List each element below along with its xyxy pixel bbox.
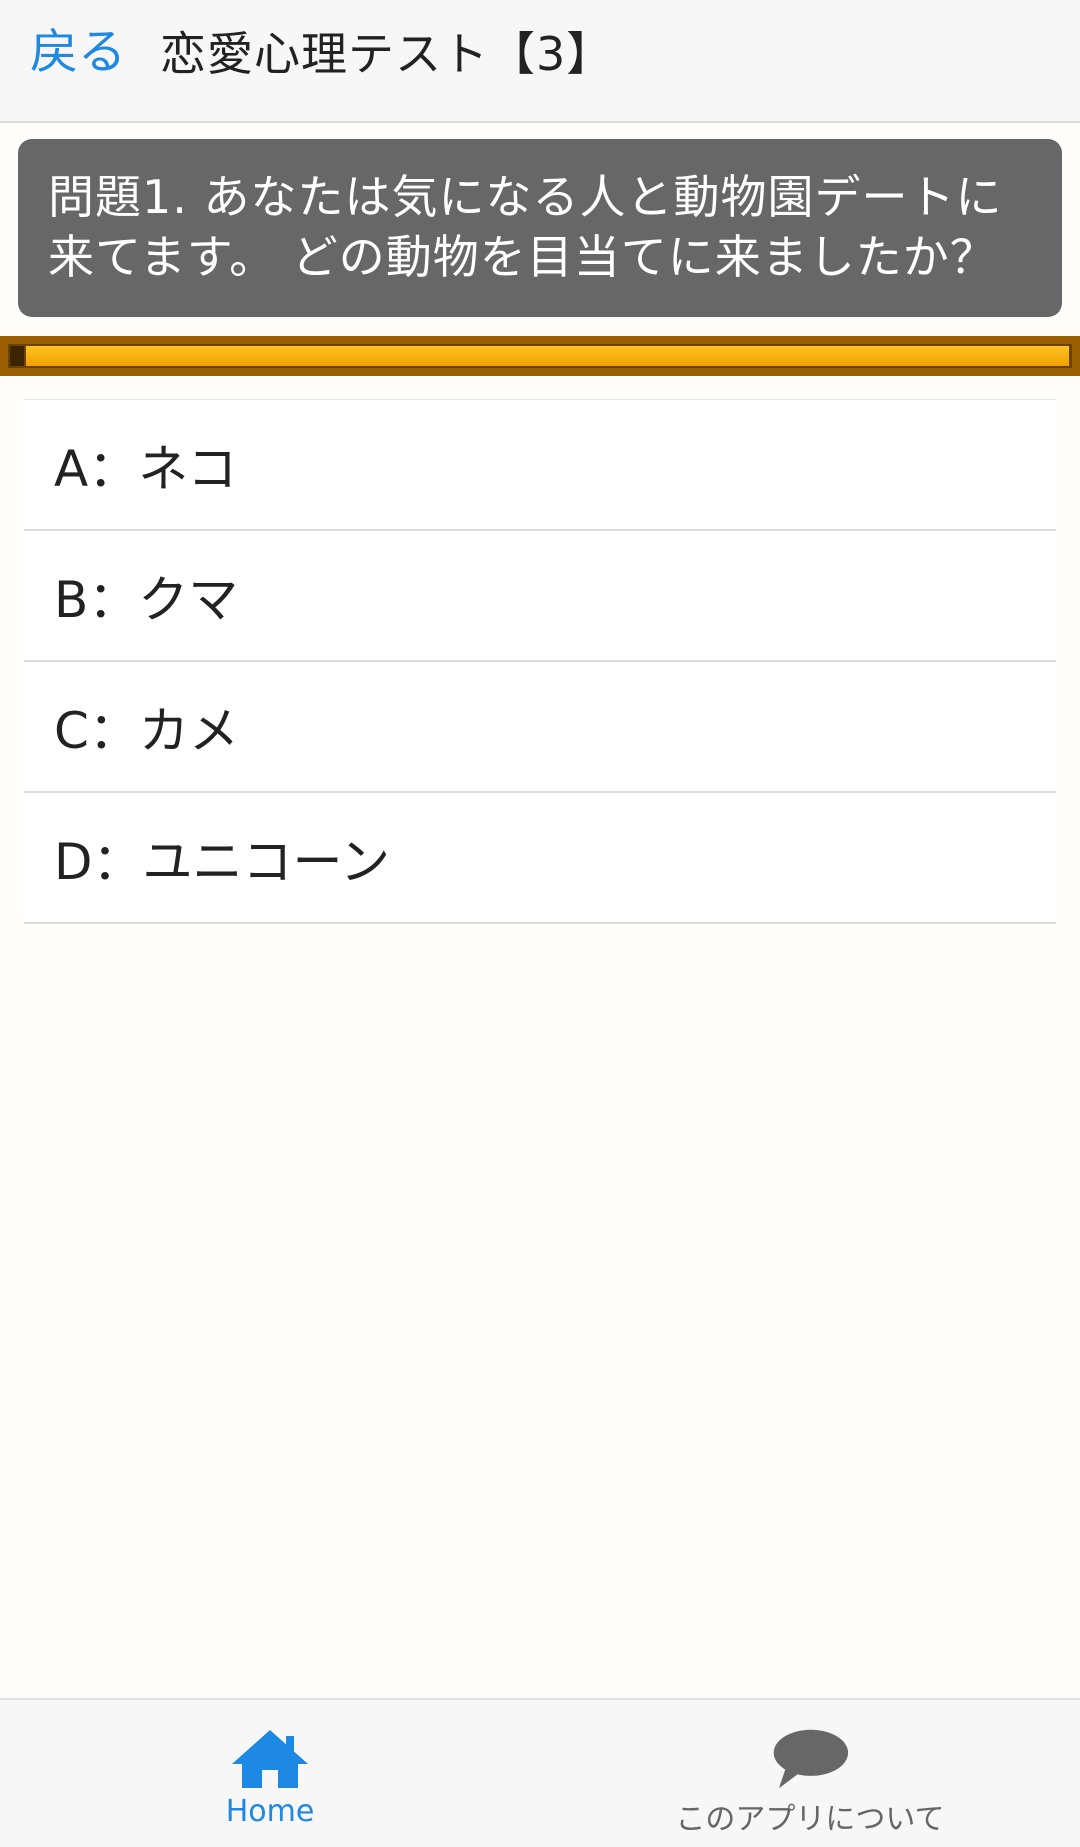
progress-track [8,344,1072,368]
tab-home-label: Home [225,1794,315,1829]
answer-list: A：ネコ B：クマ C：カメ D：ユニコーン [24,399,1056,924]
progress-bar [0,336,1080,376]
option-d[interactable]: D：ユニコーン [24,793,1056,924]
back-button[interactable]: 戻る [30,20,126,84]
tab-about-label: このアプリについて [675,1802,945,1837]
speech-bubble-icon [773,1729,849,1789]
option-c[interactable]: C：カメ [24,662,1056,793]
option-a[interactable]: A：ネコ [24,400,1056,531]
tab-bar: Home このアプリについて [0,1698,1080,1847]
tab-home[interactable]: Home [70,1700,470,1847]
question-box: 問題1. あなたは気になる人と動物園デートに来てます。 どの動物を目当てに来まし… [18,139,1062,317]
progress-marker [10,346,24,366]
page-title: 恋愛心理テスト【3】 [160,27,614,81]
progress-fill [26,346,1069,366]
option-b[interactable]: B：クマ [24,531,1056,662]
app-header: 戻る 恋愛心理テスト【3】 [0,0,1080,123]
home-icon [232,1730,308,1788]
question-text: 問題1. あなたは気になる人と動物園デートに来てます。 どの動物を目当てに来まし… [48,170,1003,284]
tab-about[interactable]: このアプリについて [610,1700,1010,1847]
